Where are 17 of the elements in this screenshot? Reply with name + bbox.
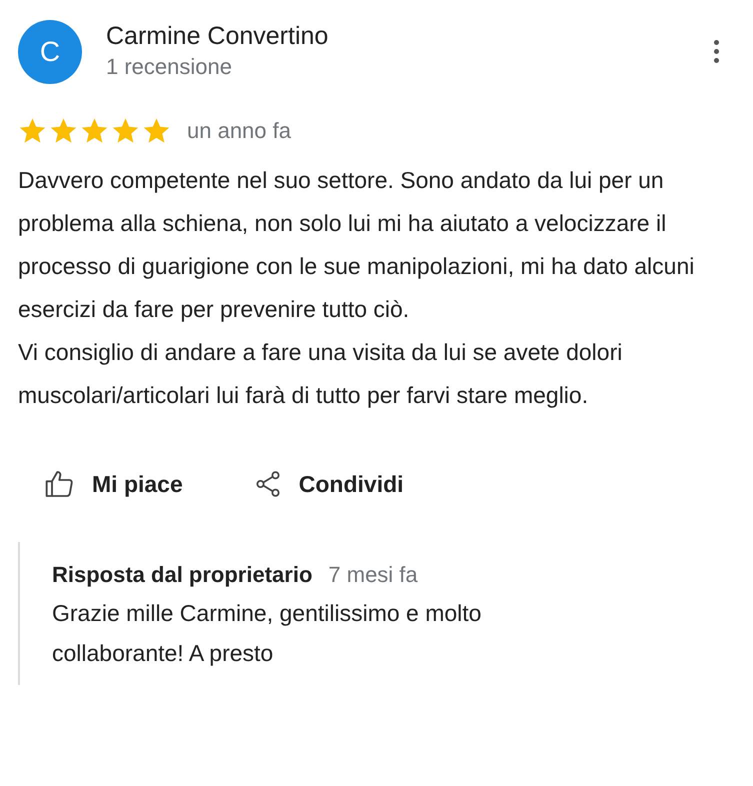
owner-reply-time: 7 mesi fa <box>328 560 418 588</box>
author-name[interactable]: Carmine Convertino <box>106 20 328 52</box>
owner-reply-text: Grazie mille Carmine, gentilissimo e molto collaborante! A presto <box>52 598 482 668</box>
star-icon <box>49 116 78 145</box>
star-icon <box>80 116 109 145</box>
star-icon <box>111 116 140 145</box>
like-button[interactable]: Mi piace <box>44 467 183 502</box>
owner-reply-title: Risposta dal proprietario <box>52 560 312 589</box>
more-options-icon[interactable] <box>714 40 719 63</box>
avatar: C <box>18 20 82 84</box>
review-text: Davvero competente nel suo settore. Sono andato da lui per un problema alla schiena, non solo lui mi ha aiutato a velocizzare il processo di guarigione con le sue manipolazioni, mi ha dato alcuni esercizi da fare per prevenire tutto ciò. <box>18 166 696 324</box>
review-count: 1 recensione <box>106 53 233 81</box>
share-button[interactable]: Condividi <box>252 467 404 502</box>
review-time: un anno fa <box>187 117 291 145</box>
review-text: Vi consiglio di andare a fare una visita da lui se avete dolori muscolari/articolari lui farà di tutto per farvi stare meglio. <box>18 338 624 410</box>
star-icon <box>142 116 171 145</box>
star-icon <box>18 116 47 145</box>
